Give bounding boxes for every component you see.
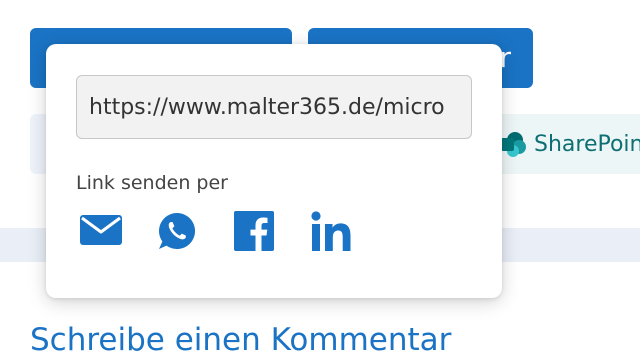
linkedin-icon[interactable] bbox=[311, 211, 351, 251]
sharepoint-icon bbox=[501, 132, 526, 157]
whatsapp-icon[interactable] bbox=[157, 211, 197, 251]
share-label: Link senden per bbox=[76, 172, 228, 194]
sharepoint-label: SharePoint bbox=[534, 131, 640, 157]
share-popover: Link senden per bbox=[46, 44, 502, 298]
facebook-icon[interactable] bbox=[234, 211, 274, 251]
email-icon[interactable] bbox=[80, 211, 122, 249]
comment-heading: Schreibe einen Kommentar bbox=[30, 322, 452, 352]
share-url-input[interactable] bbox=[76, 75, 472, 139]
sharepoint-tag[interactable]: SharePoint bbox=[490, 114, 640, 174]
